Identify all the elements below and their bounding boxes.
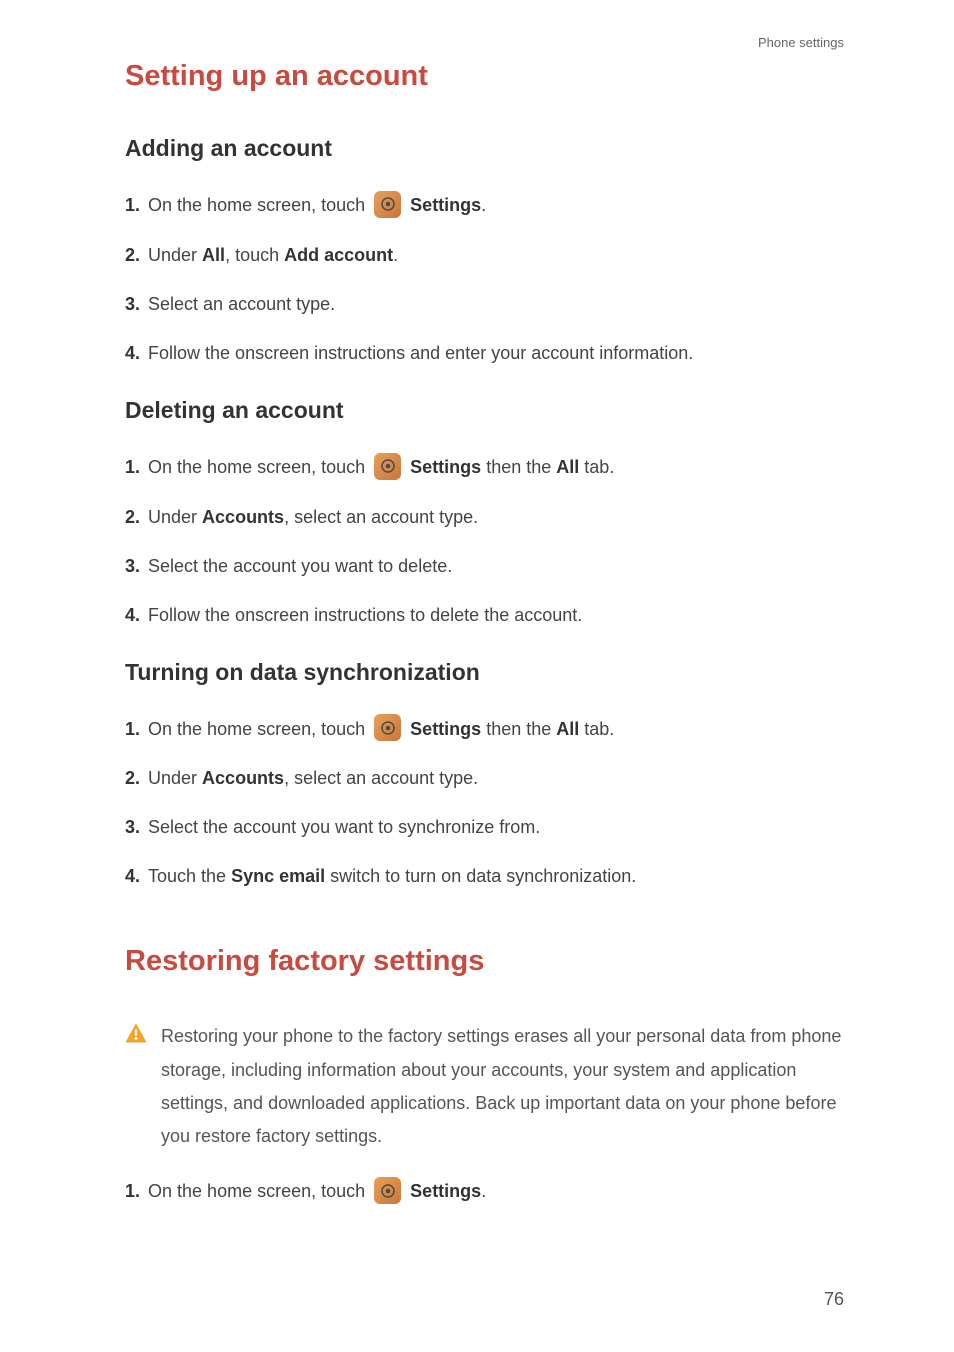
step-item: 2. Under Accounts, select an account typ… <box>125 765 844 792</box>
text-fragment: , touch <box>225 245 284 265</box>
steps-restoring-factory: 1. On the home screen, touch Settings. <box>125 1178 844 1206</box>
step-number: 2. <box>125 242 140 269</box>
text-bold: Settings <box>410 719 481 739</box>
step-number: 4. <box>125 863 140 890</box>
text-fragment: Touch the <box>148 866 231 886</box>
text-fragment: Under <box>148 507 202 527</box>
text-fragment: tab. <box>579 457 614 477</box>
text-bold: Settings <box>410 1181 481 1201</box>
step-item: 3. Select the account you want to delete… <box>125 553 844 580</box>
step-text: Select the account you want to delete. <box>148 553 452 580</box>
step-item: 4. Follow the onscreen instructions to d… <box>125 602 844 629</box>
text-fragment: . <box>481 1181 486 1201</box>
step-item: 1. On the home screen, touch Settings th… <box>125 716 844 744</box>
step-number: 1. <box>125 454 140 481</box>
text-fragment: On the home screen, touch <box>148 195 370 215</box>
page-number: 76 <box>824 1289 844 1310</box>
steps-adding-account: 1. On the home screen, touch Settings. 2… <box>125 192 844 367</box>
settings-icon <box>374 453 401 480</box>
text-bold: Settings <box>410 195 481 215</box>
text-fragment: On the home screen, touch <box>148 719 370 739</box>
step-text: Follow the onscreen instructions to dele… <box>148 602 582 629</box>
step-item: 1. On the home screen, touch Settings. <box>125 192 844 220</box>
text-bold: Accounts <box>202 768 284 788</box>
step-text: On the home screen, touch Settings then … <box>148 454 614 482</box>
text-fragment: , select an account type. <box>284 768 478 788</box>
step-number: 1. <box>125 192 140 219</box>
step-item: 3. Select the account you want to synchr… <box>125 814 844 841</box>
step-item: 2. Under All, touch Add account. <box>125 242 844 269</box>
step-text: Under Accounts, select an account type. <box>148 504 478 531</box>
warning-icon <box>125 1023 147 1048</box>
text-fragment: switch to turn on data synchronization. <box>325 866 636 886</box>
warning-text: Restoring your phone to the factory sett… <box>161 1020 844 1153</box>
steps-data-sync: 1. On the home screen, touch Settings th… <box>125 716 844 891</box>
step-number: 3. <box>125 553 140 580</box>
step-text: On the home screen, touch Settings then … <box>148 716 614 744</box>
step-text: Follow the onscreen instructions and ent… <box>148 340 693 367</box>
text-fragment: On the home screen, touch <box>148 1181 370 1201</box>
text-bold: Settings <box>410 457 481 477</box>
step-number: 4. <box>125 602 140 629</box>
text-fragment: Under <box>148 245 202 265</box>
page-header-breadcrumb: Phone settings <box>758 35 844 50</box>
step-text: Under Accounts, select an account type. <box>148 765 478 792</box>
text-bold: Add account <box>284 245 393 265</box>
step-text: Select an account type. <box>148 291 335 318</box>
step-item: 4. Follow the onscreen instructions and … <box>125 340 844 367</box>
step-item: 4. Touch the Sync email switch to turn o… <box>125 863 844 890</box>
text-fragment: Under <box>148 768 202 788</box>
step-number: 3. <box>125 814 140 841</box>
step-text: Under All, touch Add account. <box>148 242 398 269</box>
step-text: On the home screen, touch Settings. <box>148 192 486 220</box>
text-fragment: then the <box>481 457 556 477</box>
step-number: 2. <box>125 765 140 792</box>
step-number: 3. <box>125 291 140 318</box>
step-item: 3. Select an account type. <box>125 291 844 318</box>
text-bold: Sync email <box>231 866 325 886</box>
heading-adding-account: Adding an account <box>125 135 844 162</box>
settings-icon <box>374 714 401 741</box>
heading-setting-up-account: Setting up an account <box>125 60 844 93</box>
text-bold: All <box>556 719 579 739</box>
text-fragment: On the home screen, touch <box>148 457 370 477</box>
step-number: 4. <box>125 340 140 367</box>
step-item: 2. Under Accounts, select an account typ… <box>125 504 844 531</box>
step-item: 1. On the home screen, touch Settings th… <box>125 454 844 482</box>
text-bold: All <box>556 457 579 477</box>
step-number: 1. <box>125 716 140 743</box>
settings-icon <box>374 191 401 218</box>
step-item: 1. On the home screen, touch Settings. <box>125 1178 844 1206</box>
warning-block: Restoring your phone to the factory sett… <box>125 1020 844 1153</box>
page-content: Setting up an account Adding an account … <box>0 0 954 1206</box>
step-text: On the home screen, touch Settings. <box>148 1178 486 1206</box>
heading-restoring-factory: Restoring factory settings <box>125 945 844 978</box>
settings-icon <box>374 1177 401 1204</box>
text-fragment: then the <box>481 719 556 739</box>
text-bold: Accounts <box>202 507 284 527</box>
step-text: Select the account you want to synchroni… <box>148 814 540 841</box>
step-text: Touch the Sync email switch to turn on d… <box>148 863 636 890</box>
step-number: 1. <box>125 1178 140 1205</box>
text-bold: All <box>202 245 225 265</box>
text-fragment: . <box>393 245 398 265</box>
step-number: 2. <box>125 504 140 531</box>
text-fragment: , select an account type. <box>284 507 478 527</box>
text-fragment: . <box>481 195 486 215</box>
steps-deleting-account: 1. On the home screen, touch Settings th… <box>125 454 844 629</box>
text-fragment: tab. <box>579 719 614 739</box>
heading-data-sync: Turning on data synchronization <box>125 659 844 686</box>
heading-deleting-account: Deleting an account <box>125 397 844 424</box>
